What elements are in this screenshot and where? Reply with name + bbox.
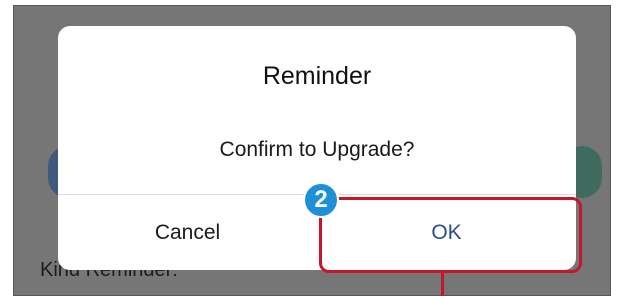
step-number-badge: 2 (303, 182, 339, 218)
dialog-message: Confirm to Upgrade? (219, 138, 415, 161)
dialog-title: Reminder (262, 62, 372, 90)
cancel-button[interactable]: Cancel (58, 195, 317, 270)
ok-highlight-box (319, 197, 582, 273)
callout-pointer-line (441, 271, 444, 296)
